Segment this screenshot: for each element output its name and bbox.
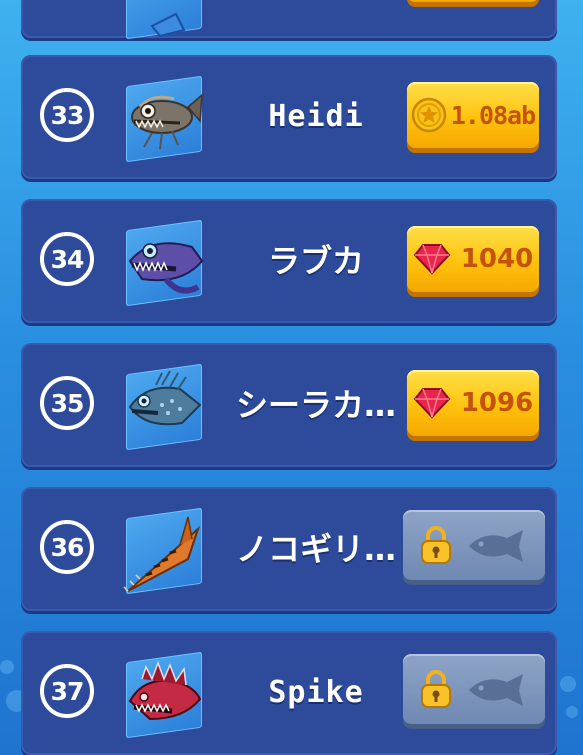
creature-portrait (122, 363, 206, 451)
locked-button[interactable] (403, 654, 545, 724)
rank-badge: 35 (40, 376, 94, 430)
list-item-partial[interactable] (21, 0, 557, 40)
fish-silhouette-icon (469, 530, 523, 562)
creature-portrait (122, 0, 206, 40)
coelacanth-icon (128, 370, 202, 426)
creature-portrait (122, 219, 206, 307)
rank-badge: 33 (40, 88, 94, 142)
creature-portrait (122, 507, 206, 595)
creature-portrait (122, 651, 206, 739)
gem-icon (413, 388, 451, 419)
coin-icon (411, 97, 447, 133)
frilled-shark-icon (128, 242, 204, 294)
list-item-34[interactable]: 34 ラブカ 1040 (21, 199, 557, 323)
padlock-icon (421, 526, 451, 564)
list-item-35[interactable]: 35 シーラカ… 1096 (21, 343, 557, 467)
price-label: 1096 (460, 388, 534, 418)
rank-badge: 36 (40, 520, 94, 574)
creature-name: Heidi (268, 99, 364, 134)
creature-name: シーラカ… (235, 386, 396, 424)
buy-with-coins-button[interactable]: 1.08ab (407, 82, 539, 148)
creature-portrait (122, 75, 206, 163)
creature-name: ノコギリ… (235, 530, 396, 568)
rank-badge: 37 (40, 664, 94, 718)
creature-name: Spike (268, 675, 364, 710)
spiky-fish-icon (128, 660, 202, 721)
anglerfish-icon (131, 93, 203, 150)
locked-button[interactable] (403, 510, 545, 580)
partial-shark-icon (150, 12, 186, 38)
list-item-37[interactable]: 37 Spike (21, 631, 557, 755)
buy-button[interactable] (407, 0, 539, 2)
price-label: 1.08ab (450, 100, 536, 130)
rank-badge: 34 (40, 232, 94, 286)
padlock-icon (421, 670, 451, 708)
sawfish-icon (123, 516, 201, 592)
list-item-36[interactable]: 36 ノコギリ… (21, 487, 557, 611)
fish-silhouette-icon (469, 674, 523, 706)
buy-with-gems-button[interactable]: 1040 (407, 226, 539, 292)
gem-icon (413, 244, 451, 275)
fish-unlock-list[interactable]: 33 Heidi 1.08ab 34 ラブカ 1040 35 シーラカ… 109… (0, 0, 583, 755)
buy-with-gems-button[interactable]: 1096 (407, 370, 539, 436)
price-label: 1040 (460, 244, 534, 274)
list-item-33[interactable]: 33 Heidi 1.08ab (21, 55, 557, 179)
creature-name: ラブカ (267, 242, 364, 280)
